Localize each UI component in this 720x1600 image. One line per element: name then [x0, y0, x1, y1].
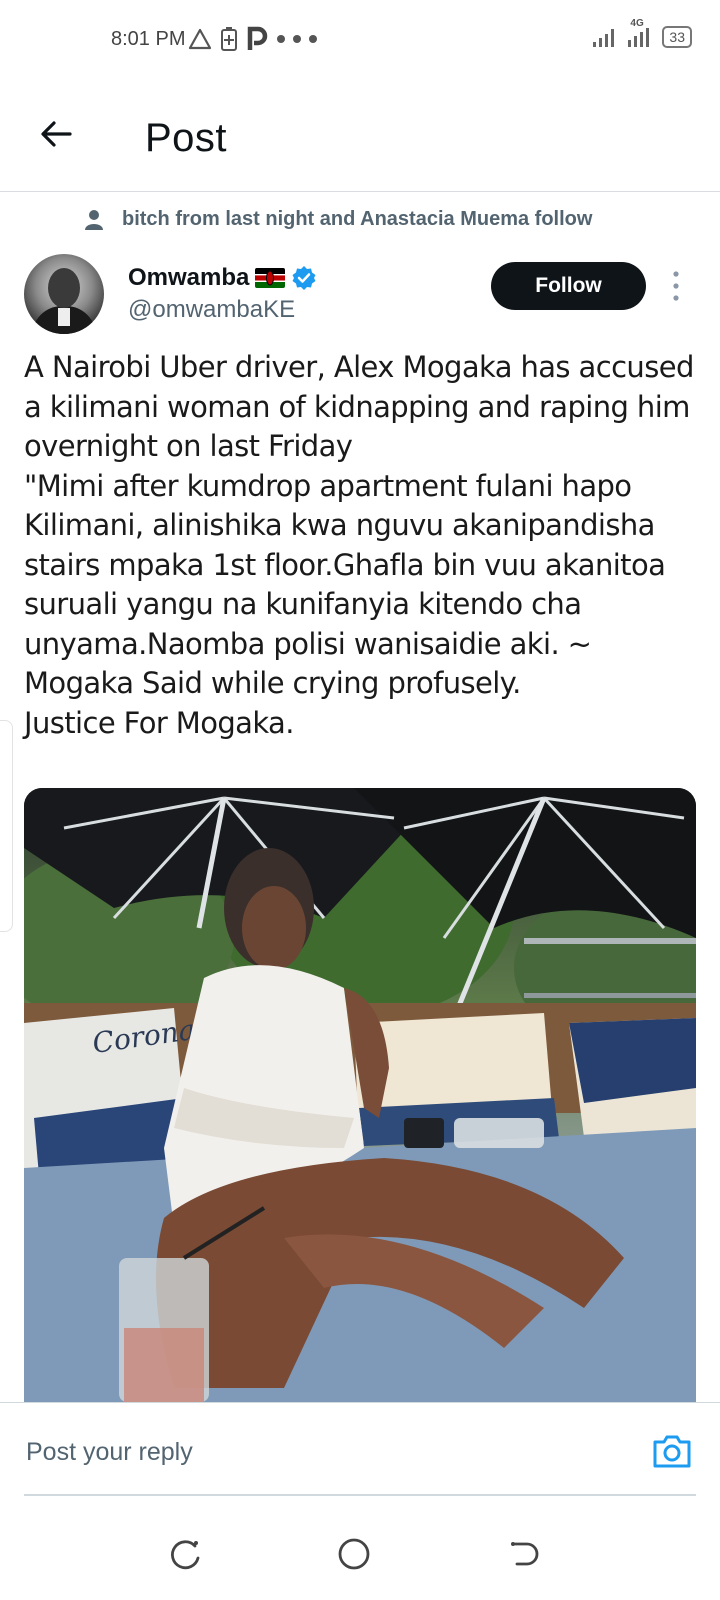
- reply-bar: [0, 1402, 720, 1513]
- author-name[interactable]: Omwamba: [128, 264, 249, 292]
- arrow-left-icon[interactable]: [36, 114, 76, 154]
- edge-panel-handle[interactable]: [0, 720, 13, 932]
- recent-apps-icon[interactable]: [165, 1534, 205, 1574]
- kenya-flag-icon: [255, 268, 286, 288]
- signal-4g-icon: 4G: [626, 18, 654, 48]
- battery-icon: 33: [662, 26, 692, 48]
- person-icon: [85, 209, 103, 230]
- status-time: 8:01 PM: [111, 28, 186, 50]
- social-context[interactable]: bitch from last night and Anastacia Muem…: [84, 208, 592, 231]
- photo-scene: Corona: [24, 788, 696, 1402]
- avatar[interactable]: [24, 254, 104, 334]
- follow-button[interactable]: Follow: [491, 262, 646, 310]
- parking-p-icon: [247, 26, 268, 50]
- author-name-row[interactable]: Omwamba: [128, 264, 317, 292]
- page-title: Post: [145, 116, 228, 160]
- header: Post: [0, 96, 720, 192]
- author-handle[interactable]: @omwambaKE: [128, 296, 295, 324]
- back-icon[interactable]: [505, 1534, 545, 1574]
- more-vertical-icon[interactable]: [670, 270, 682, 302]
- status-bar: 8:01 PM 4G 33: [0, 0, 720, 80]
- more-dots-icon: [277, 35, 317, 43]
- signal-icon: [593, 29, 615, 47]
- tweet-text: A Nairobi Uber driver, Alex Mogaka has a…: [24, 350, 694, 740]
- camera-icon[interactable]: [652, 1433, 692, 1469]
- reply-input[interactable]: [24, 1431, 588, 1473]
- home-icon[interactable]: [334, 1534, 374, 1574]
- status-icons-left: [188, 26, 320, 52]
- verified-badge-icon: [292, 266, 316, 290]
- reply-divider: [24, 1494, 696, 1496]
- tweet-media-image[interactable]: Corona: [24, 788, 696, 1402]
- alert-triangle-icon: [188, 28, 212, 50]
- status-icons-right: 4G 33: [592, 18, 692, 48]
- social-context-text: bitch from last night and Anastacia Muem…: [122, 208, 593, 230]
- system-nav-bar: [0, 1512, 720, 1600]
- battery-saver-icon: [221, 27, 237, 51]
